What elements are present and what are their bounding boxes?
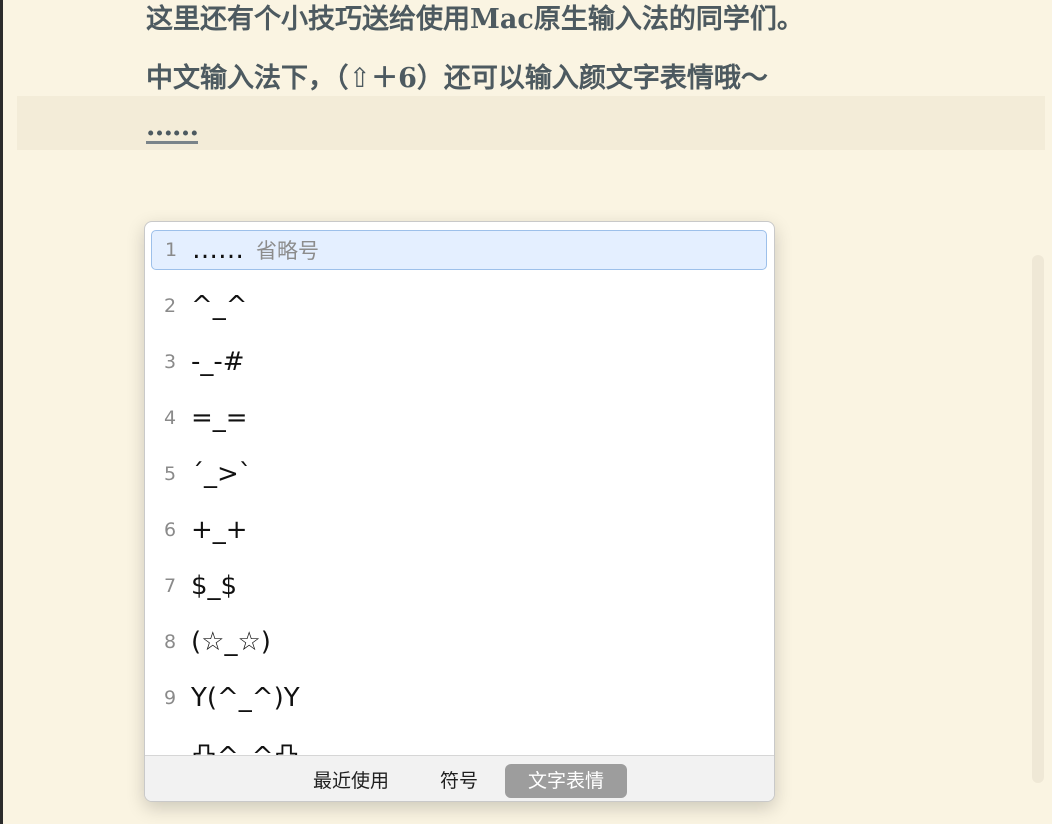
tab-emoticons[interactable]: 文字表情: [505, 764, 627, 798]
paragraph-line-2: 中文输入法下，（⇧＋6）还可以输入颜文字表情哦～: [146, 63, 768, 94]
candidate-item-2[interactable]: 2 ^_^: [151, 286, 767, 326]
candidate-text: +_+: [191, 515, 248, 545]
candidate-item-1[interactable]: 1 …… 省略号: [151, 230, 767, 270]
window-left-edge: [0, 0, 3, 824]
candidate-text: Y(^_^)Y: [191, 683, 300, 713]
candidate-text: (☆_☆): [191, 627, 271, 657]
candidate-number: 9: [163, 687, 177, 709]
candidate-hint: 省略号: [256, 239, 319, 263]
candidate-category-tabs: 最近使用 符号 文字表情: [145, 755, 774, 801]
candidate-item-5[interactable]: 5 ´_>`: [151, 454, 767, 494]
candidate-item-4[interactable]: 4 =_=: [151, 398, 767, 438]
candidate-number: 6: [163, 519, 177, 541]
candidate-number: 4: [163, 407, 177, 429]
candidate-text: $_$: [191, 571, 238, 601]
candidate-text: ´_>`: [191, 459, 252, 489]
tab-recently-used[interactable]: 最近使用: [295, 764, 407, 798]
input-method-candidate-panel: 1 …… 省略号 2 ^_^ 3 -_-# 4 =_= 5 ´_>` 6 +_+…: [144, 221, 775, 802]
candidate-item-6[interactable]: 6 +_+: [151, 510, 767, 550]
candidate-item-9[interactable]: 9 Y(^_^)Y: [151, 678, 767, 718]
candidate-text: 凸^_^凸: [189, 736, 300, 756]
candidate-item-10[interactable]: 凸^_^凸: [151, 734, 767, 756]
editor-content[interactable]: 这里还有个小技巧送给使用Mac原生输入法的同学们。 中文输入法下，（⇧＋6）还可…: [146, 2, 926, 97]
candidate-number: 8: [163, 631, 177, 653]
candidate-number: 2: [163, 295, 177, 317]
candidate-number: 3: [163, 351, 177, 373]
candidate-item-7[interactable]: 7 $_$: [151, 566, 767, 606]
editor-scrollbar[interactable]: [1032, 255, 1044, 783]
candidate-text: =_=: [191, 403, 248, 433]
composing-text: ……: [146, 111, 199, 144]
candidate-text: ……: [192, 235, 244, 265]
candidate-number: 7: [163, 575, 177, 597]
candidate-number: 5: [163, 463, 177, 485]
candidate-item-3[interactable]: 3 -_-#: [151, 342, 767, 382]
tab-symbols[interactable]: 符号: [425, 764, 493, 798]
paragraph-line-1: 这里还有个小技巧送给使用Mac原生输入法的同学们。: [146, 4, 804, 35]
candidate-item-8[interactable]: 8 (☆_☆): [151, 622, 767, 662]
candidate-text: -_-#: [191, 347, 245, 377]
candidate-list: 1 …… 省略号 2 ^_^ 3 -_-# 4 =_= 5 ´_>` 6 +_+…: [145, 222, 774, 755]
candidate-text: ^_^: [191, 291, 248, 321]
candidate-number: 1: [164, 239, 178, 261]
